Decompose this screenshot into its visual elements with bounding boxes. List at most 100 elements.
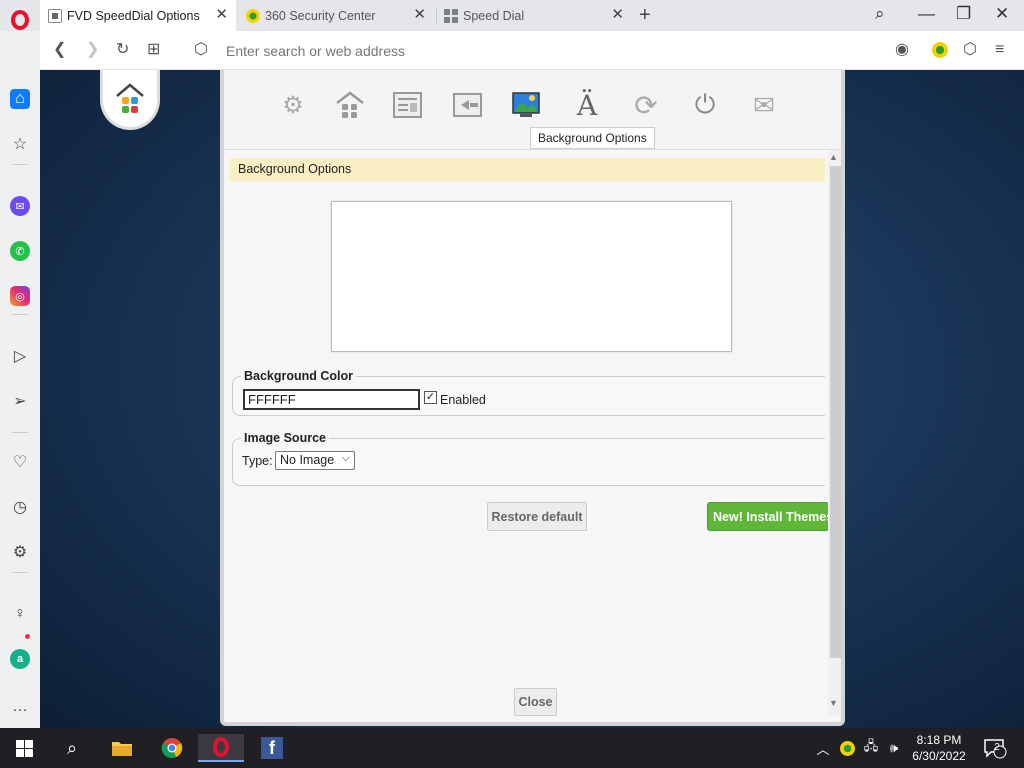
- image-source-legend: Image Source: [241, 431, 329, 445]
- enabled-checkbox[interactable]: ✓: [424, 391, 437, 404]
- bookmarks-star-icon[interactable]: ☆: [10, 134, 30, 154]
- background-options-icon[interactable]: [512, 90, 542, 120]
- image-type-value: No Image: [280, 453, 335, 467]
- sidebar-divider: [12, 432, 28, 433]
- speed-dial-home-icon[interactable]: [335, 90, 365, 120]
- sync-icon[interactable]: ⟳: [631, 90, 661, 121]
- fvd-home-button[interactable]: [100, 70, 160, 130]
- newsfeed-icon[interactable]: [393, 90, 423, 120]
- send-flow-icon[interactable]: ➢: [10, 391, 30, 411]
- back-button[interactable]: ❮: [53, 40, 66, 60]
- action-center-button[interactable]: 2: [980, 734, 1010, 762]
- close-tab-icon[interactable]: ✕: [413, 7, 426, 22]
- tab-title: Speed Dial: [463, 8, 525, 23]
- sidebar-divider: [12, 164, 28, 165]
- sidebar-divider: [12, 314, 28, 315]
- windows-start-button[interactable]: [8, 734, 40, 762]
- chevron-down-icon: ⌵: [341, 452, 350, 464]
- facebook-icon[interactable]: f: [256, 734, 288, 762]
- tab-360-security-center[interactable]: 360 Security Center ✕: [238, 0, 434, 31]
- aria-icon[interactable]: a: [10, 649, 30, 669]
- close-tab-icon[interactable]: ✕: [611, 7, 624, 22]
- sidebar-divider: [12, 572, 28, 573]
- mail-icon[interactable]: ✉: [749, 90, 779, 120]
- search-tabs-icon[interactable]: ⌕: [875, 4, 885, 24]
- messenger-icon[interactable]: ✉: [10, 196, 30, 216]
- minimize-button[interactable]: —: [918, 4, 935, 24]
- settings-gear-icon[interactable]: ⚙: [278, 90, 308, 120]
- clock-date: 6/30/2022: [912, 749, 966, 763]
- close-tab-icon[interactable]: ✕: [215, 7, 228, 22]
- options-scrollbar[interactable]: ▲ ▼: [828, 150, 841, 716]
- tab-fvd-speeddial-options[interactable]: FVD SpeedDial Options ✕: [40, 0, 236, 31]
- instagram-icon[interactable]: ◎: [10, 286, 30, 306]
- speed-dial-home-icon[interactable]: ⌂: [10, 89, 30, 109]
- options-icon-bar: ⚙ Ä ⟳ ⏻ ✉ Background Options: [224, 70, 841, 150]
- tab-strip: FVD SpeedDial Options ✕ 360 Security Cen…: [0, 0, 1024, 31]
- address-toolbar: ❮ ❯ ↻ ⊞ ⬡ ◉ ⬡ ≡: [40, 31, 1024, 70]
- section-title: Background Options: [230, 158, 825, 181]
- player-icon[interactable]: ▷: [10, 346, 30, 366]
- show-hidden-icons-chevron-icon[interactable]: ︿: [814, 734, 832, 762]
- 360-tray-icon[interactable]: [838, 734, 856, 762]
- opera-taskbar-icon[interactable]: [198, 734, 244, 762]
- opera-sidebar: ⌂ ☆ ✉ ✆ ◎ ▷ ➢ ♡ ◷ ⚙ ♀ a …: [0, 31, 40, 728]
- scroll-thumb[interactable]: [830, 166, 841, 658]
- enabled-label: Enabled: [440, 393, 486, 407]
- import-export-icon[interactable]: [453, 90, 483, 120]
- background-color-field[interactable]: [243, 389, 420, 410]
- notification-dot: [25, 634, 30, 639]
- windows-taskbar: ⌕ f ︿ 🖧 🕪 8:18 PM 6/30/2022 2: [0, 728, 1024, 768]
- network-icon[interactable]: 🖧: [862, 734, 880, 762]
- forward-button[interactable]: ❯: [86, 40, 99, 60]
- tab-title: FVD SpeedDial Options: [67, 8, 200, 23]
- 360-extension-icon[interactable]: [932, 42, 948, 58]
- tab-speed-dial[interactable]: Speed Dial ✕: [436, 0, 632, 31]
- image-type-select[interactable]: No Image ⌵: [275, 451, 355, 470]
- file-explorer-icon[interactable]: [106, 734, 138, 762]
- background-preview: [331, 201, 732, 352]
- history-clock-icon[interactable]: ◷: [10, 497, 30, 517]
- speed-dial-favicon-icon: [444, 8, 458, 23]
- image-source-group: Image Source Type: No Image ⌵: [232, 431, 825, 486]
- type-label: Type:: [242, 454, 273, 468]
- windows-logo-icon: [15, 739, 33, 757]
- opera-logo-icon: [11, 10, 29, 30]
- system-clock[interactable]: 8:18 PM 6/30/2022: [907, 732, 971, 764]
- whatsapp-icon[interactable]: ✆: [10, 241, 30, 261]
- maximize-button[interactable]: ❐: [956, 4, 971, 24]
- camera-icon[interactable]: ◉: [895, 40, 909, 60]
- site-info-icon[interactable]: ⬡: [194, 40, 208, 60]
- install-themes-button[interactable]: New! Install Themes: [707, 502, 829, 531]
- scroll-up-icon[interactable]: ▲: [829, 152, 838, 162]
- scroll-down-icon[interactable]: ▼: [829, 698, 838, 708]
- fvd-home-icon: [116, 82, 144, 113]
- 360-favicon-icon: [246, 8, 260, 23]
- chrome-icon[interactable]: [156, 734, 188, 762]
- settings-gear-icon[interactable]: ⚙: [10, 542, 30, 562]
- close-window-button[interactable]: ✕: [995, 4, 1009, 24]
- power-icon[interactable]: ⏻: [690, 89, 720, 120]
- personal-news-heart-icon[interactable]: ♡: [10, 452, 30, 472]
- clock-time: 8:18 PM: [916, 733, 962, 747]
- tab-title: 360 Security Center: [265, 8, 376, 23]
- close-button[interactable]: Close: [514, 688, 557, 716]
- address-bar-input[interactable]: [226, 41, 826, 61]
- tooltip: Background Options: [530, 127, 655, 149]
- restore-default-button[interactable]: Restore default: [487, 502, 587, 531]
- reload-button[interactable]: ↻: [116, 40, 129, 60]
- options-panel: ⚙ Ä ⟳ ⏻ ✉ Background Options Background …: [220, 70, 845, 726]
- search-icon[interactable]: ⌕: [56, 734, 88, 762]
- notification-count: 2: [994, 742, 1000, 753]
- background-color-legend: Background Color: [241, 369, 357, 383]
- tips-lightbulb-icon[interactable]: ♀: [10, 604, 30, 624]
- tab-snapshot-icon[interactable]: ⊞: [147, 40, 160, 60]
- new-tab-button[interactable]: +: [639, 4, 651, 27]
- background-color-group: Background Color ✓ Enabled: [232, 369, 825, 416]
- extensions-cube-icon[interactable]: ⬡: [963, 40, 977, 60]
- volume-icon[interactable]: 🕪: [885, 734, 903, 762]
- more-options-icon[interactable]: …: [10, 697, 30, 717]
- easy-setup-icon[interactable]: ≡: [995, 40, 1004, 60]
- fvd-favicon-icon: [48, 8, 62, 23]
- font-settings-icon[interactable]: Ä: [572, 89, 602, 122]
